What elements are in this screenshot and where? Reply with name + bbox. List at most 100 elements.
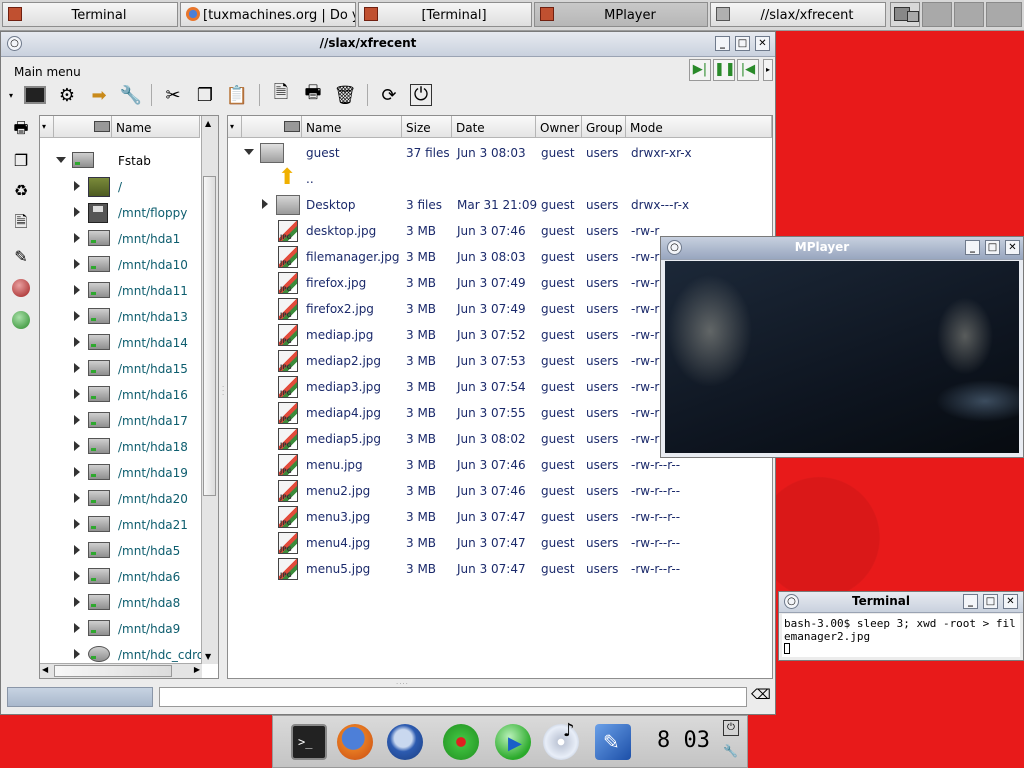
maximize-button[interactable]: □ [985,240,1000,255]
file-row[interactable]: guest 37 files Jun 3 08:03 guest users drwxr-… [228,140,772,166]
resize-grip[interactable]: ···· [396,680,410,688]
file-row[interactable]: menu4.jpg 3 MB Jun 3 07:47 guest users -rw-r-… [228,530,772,556]
firefox-launcher[interactable] [337,724,373,760]
pager-desktop-3[interactable] [954,2,984,27]
tree-item[interactable]: /mnt/hda14 [40,330,202,356]
terminal-titlebar[interactable]: ○ Terminal _ □ ✕ [779,592,1023,613]
expand-arrow-icon[interactable] [74,389,80,399]
terminal-launcher[interactable]: >_ [291,724,327,760]
close-button[interactable]: ✕ [1005,240,1020,255]
close-button[interactable]: ✕ [1003,594,1018,609]
pause-button[interactable]: ❚❚ [713,59,736,81]
maximize-button[interactable]: □ [735,36,750,51]
print-button[interactable]: 🖶 [299,81,327,109]
expand-arrow-icon[interactable] [74,597,80,607]
expand-arrow-icon[interactable] [74,571,80,581]
expand-arrow-icon[interactable] [74,311,80,321]
window-menu-button[interactable]: ○ [7,36,22,51]
path-input[interactable] [159,687,747,707]
tree-item[interactable]: /mnt/hda6 [40,564,202,590]
scroll-up-icon[interactable]: ▲ [205,119,211,128]
tree-item[interactable]: /mnt/hda21 [40,512,202,538]
scroll-down-icon[interactable]: ▼ [205,652,211,661]
paste-button[interactable]: 📋 [223,81,251,109]
expand-arrow-icon[interactable] [74,493,80,503]
pager-desktop-1[interactable] [890,2,920,27]
tree-header-menu[interactable]: ▾ [40,116,54,138]
clear-path-button[interactable]: ⌫ [751,687,771,707]
expand-arrow-icon[interactable] [74,623,80,633]
list-header-icon[interactable] [242,116,302,138]
shortcut-recycle[interactable]: ♻ [9,178,33,202]
more-arrow-button[interactable]: ▸ [763,59,773,81]
tree-item[interactable]: /mnt/hda15 [40,356,202,382]
expand-arrow-icon[interactable] [262,199,268,209]
minimize-button[interactable]: _ [715,36,730,51]
tree-vertical-scrollbar[interactable]: ▲ ▼ [201,116,218,664]
tree-item[interactable]: /mnt/hda5 [40,538,202,564]
shortcut-edit[interactable]: ✎ [9,244,33,268]
power-button[interactable]: ⏻ [407,81,435,109]
settings-button[interactable]: ⚙ [53,81,81,109]
window-menu-button[interactable]: ○ [667,240,682,255]
tree-item[interactable]: /mnt/hda1 [40,226,202,252]
tree-item[interactable]: /mnt/hda19 [40,460,202,486]
skip-forward-button[interactable]: ▶| [689,59,711,81]
file-row[interactable]: menu2.jpg 3 MB Jun 3 07:46 guest users -rw-r-… [228,478,772,504]
file-row[interactable]: menu5.jpg 3 MB Jun 3 07:47 guest users -rw-r-… [228,556,772,582]
expand-arrow-icon[interactable] [74,363,80,373]
go-button[interactable]: ➡ [85,81,113,109]
expand-arrow-icon[interactable] [74,545,80,555]
cut-button[interactable]: ✂ [159,81,187,109]
pager-desktop-2[interactable] [922,2,952,27]
tree-item[interactable]: /mnt/hdc_cdrom [40,642,202,664]
maximize-button[interactable]: □ [983,594,998,609]
tree-item[interactable]: /mnt/hda8 [40,590,202,616]
tree-item[interactable]: /mnt/floppy [40,200,202,226]
expand-arrow-icon[interactable] [74,649,80,659]
tools-button[interactable]: 🔧 [117,81,145,109]
video-frame[interactable] [665,261,1019,453]
skip-back-button[interactable]: |◀ [737,59,759,81]
file-row[interactable]: menu3.jpg 3 MB Jun 3 07:47 guest users -rw-r-… [228,504,772,530]
column-header-group[interactable]: Group [582,116,626,138]
tree-item[interactable]: /mnt/hda20 [40,486,202,512]
column-header-owner[interactable]: Owner [536,116,582,138]
column-header-name[interactable]: Name [302,116,402,138]
expand-arrow-icon[interactable] [74,415,80,425]
refresh-button[interactable]: ⟳ [375,81,403,109]
task-mplayer[interactable]: MPlayer [534,2,708,27]
task-terminal[interactable]: Terminal [2,2,178,27]
file-row[interactable]: ⬆.. [228,166,772,192]
delete-button[interactable]: 🗑 [331,81,359,109]
icq-launcher[interactable] [443,724,479,760]
open-with-button[interactable]: 🗎 [267,81,295,109]
scroll-left-icon[interactable]: ◀ [42,665,48,674]
tree-header-icon[interactable] [54,116,112,138]
expand-arrow-icon[interactable] [74,259,80,269]
tree-item[interactable]: /mnt/hda18 [40,434,202,460]
tree-item[interactable]: /mnt/hda17 [40,408,202,434]
task-terminal-2[interactable]: [Terminal] [358,2,532,27]
tree-header-name[interactable]: Name [112,116,200,138]
shortcut-green[interactable] [9,308,33,332]
tree-item[interactable]: /mnt/hda13 [40,304,202,330]
task-file-manager[interactable]: //slax/xfrecent [710,2,886,27]
media-player-launcher[interactable]: ▶ [495,724,531,760]
tree-item[interactable]: /mnt/hda16 [40,382,202,408]
column-header-date[interactable]: Date [452,116,536,138]
column-header-mode[interactable]: Mode [626,116,772,138]
expand-arrow-icon[interactable] [74,441,80,451]
collapse-arrow-icon[interactable] [56,157,66,163]
dock-settings-button[interactable]: 🔧 [723,744,739,760]
expand-arrow-icon[interactable] [74,285,80,295]
shortcut-red[interactable] [9,276,33,300]
minimize-button[interactable]: _ [963,594,978,609]
shortcut-print[interactable]: 🖶 [9,118,33,142]
expand-arrow-icon[interactable] [74,337,80,347]
expand-arrow-icon[interactable] [74,467,80,477]
minimize-button[interactable]: _ [965,240,980,255]
collapse-arrow-icon[interactable] [244,149,254,155]
shortcut-document[interactable]: 🗎 [9,212,33,236]
expand-arrow-icon[interactable] [74,519,80,529]
